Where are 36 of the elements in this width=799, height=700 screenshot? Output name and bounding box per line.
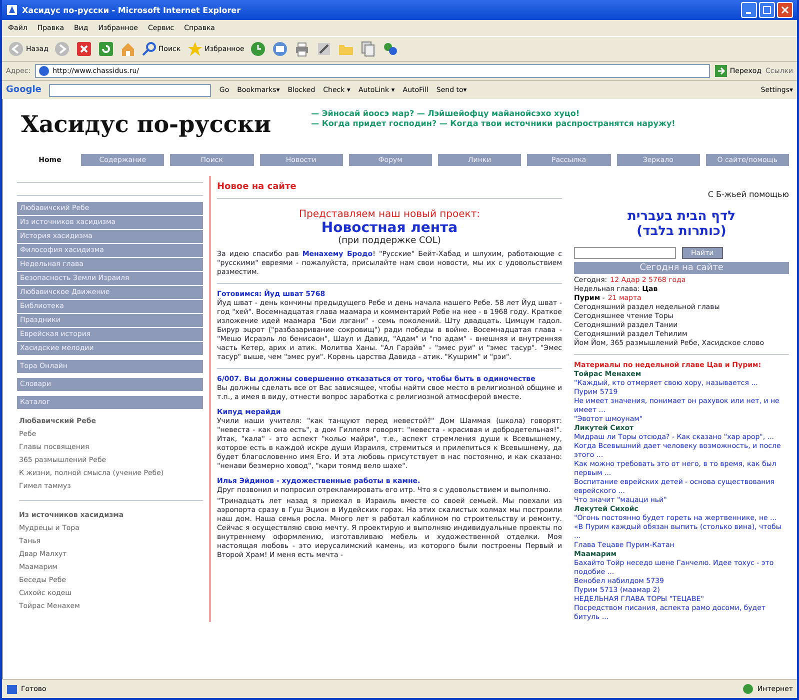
today-header: Сегодня на сайте (574, 262, 789, 274)
maximize-button[interactable] (759, 2, 775, 18)
stop-icon[interactable] (76, 41, 92, 57)
edit-icon[interactable] (316, 41, 332, 57)
hebrew-link[interactable]: (כותרות בלבד) (636, 224, 726, 239)
star-icon (186, 41, 203, 57)
close-icon (781, 6, 789, 14)
search-icon (142, 42, 156, 56)
promo-intro: Представляем наш новый проект: (298, 209, 482, 220)
minimize-button[interactable] (741, 2, 757, 18)
page-icon (6, 683, 18, 695)
globe-icon (742, 683, 754, 695)
promo-note: (при поддержке COL) (337, 236, 442, 246)
motto-line: — Когда придет господин? — Когда твои источники распространятся наружу! (311, 119, 676, 129)
mail-icon[interactable] (272, 41, 288, 57)
site-title: Хасидус по-русски (21, 111, 272, 138)
history-icon[interactable] (250, 41, 266, 57)
window-title: Хасидус по-русски - Microsoft Internet Explorer (22, 6, 242, 14)
home-icon[interactable] (120, 41, 136, 57)
search-field[interactable] (574, 247, 676, 259)
globe-icon (38, 65, 50, 77)
browser-icon (6, 4, 18, 16)
messenger-icon[interactable] (382, 41, 398, 57)
blessing-text: С Б-жьей помощью (706, 190, 789, 199)
google-logo: Google (6, 85, 42, 95)
promo-title[interactable]: Новостная лента (217, 220, 562, 236)
pages-icon[interactable] (360, 41, 376, 57)
maximize-icon (763, 6, 771, 14)
forward-button[interactable] (54, 41, 70, 57)
hebrew-link[interactable]: לדף הבית בעברית (628, 209, 736, 224)
section-heading: Новое на сайте (217, 182, 298, 192)
printer-icon[interactable] (294, 41, 310, 57)
refresh-icon[interactable] (98, 41, 114, 57)
close-button[interactable] (777, 2, 793, 18)
motto-line: — Эйносай йоосэ мар? — Лэйшейофцу майанойсэхо хуцо! (311, 109, 580, 119)
google-search-field[interactable] (49, 84, 212, 96)
